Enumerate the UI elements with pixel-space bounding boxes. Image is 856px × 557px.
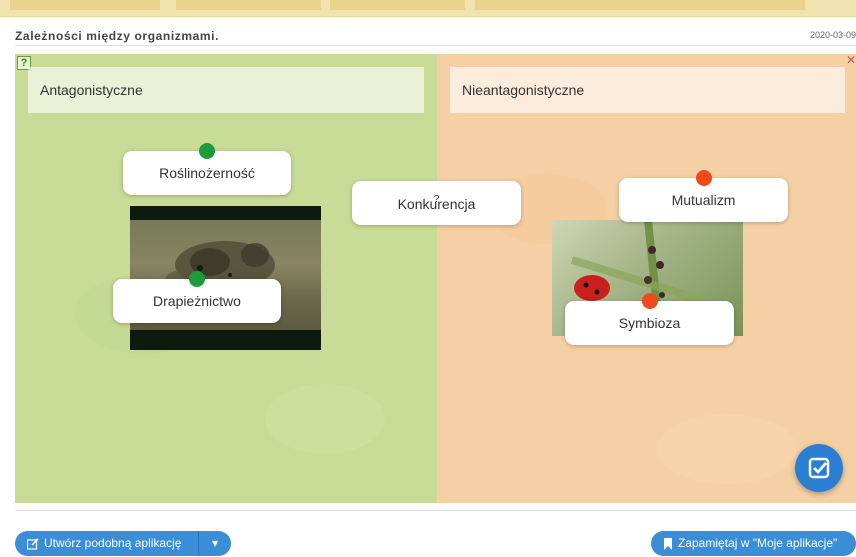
- status-dot-correct: [189, 271, 205, 287]
- toolbar-segment: [176, 0, 321, 10]
- card-roslinozernosc[interactable]: Roślinożerność: [123, 143, 291, 195]
- hyena-photo: [130, 206, 321, 350]
- create-similar-label: Utwórz podobną aplikację: [44, 536, 182, 550]
- footer-divider: [15, 510, 856, 511]
- status-dot-correct: [199, 143, 215, 159]
- title-divider: [15, 45, 856, 46]
- card-label: Symbioza: [618, 315, 681, 331]
- top-toolbar-strip: [0, 0, 856, 17]
- close-icon[interactable]: ✕: [846, 54, 856, 66]
- card-konkurencja[interactable]: ? Konkurencja: [352, 181, 521, 225]
- texture-spot: [265, 384, 385, 454]
- page-date: 2020-03-09: [809, 30, 856, 40]
- bookmark-icon: [664, 537, 672, 550]
- toolbar-segment: [475, 0, 805, 10]
- card-label: Mutualizm: [671, 192, 736, 208]
- toolbar-segment: [10, 0, 160, 10]
- app-board: ? ✕ Antagonistyczne Nieantagonistyczne R…: [15, 54, 856, 503]
- status-dot-wrong: [641, 293, 658, 309]
- texture-spot: [657, 414, 797, 484]
- page-title: Zależności między organizmami.: [15, 29, 220, 43]
- status-dot-wrong: [695, 170, 712, 186]
- right-category-header: Nieantagonistyczne: [450, 67, 845, 113]
- card-label: Roślinożerność: [159, 165, 255, 181]
- check-answers-button[interactable]: [795, 444, 843, 492]
- card-drapieznictwo[interactable]: Drapieżnictwo: [113, 271, 281, 323]
- card-symbioza[interactable]: Symbioza: [565, 293, 734, 345]
- create-similar-button[interactable]: Utwórz podobną aplikację ▾: [15, 531, 231, 556]
- unanswered-hint: ?: [433, 194, 440, 205]
- card-label: Drapieżnictwo: [153, 293, 241, 309]
- toolbar-segment: [330, 0, 465, 10]
- chevron-down-icon[interactable]: ▾: [198, 531, 231, 556]
- remember-button[interactable]: Zapamiętaj w "Moje aplikacje": [651, 531, 856, 556]
- check-icon: [808, 457, 830, 479]
- remember-label: Zapamiętaj w "Moje aplikacje": [678, 536, 838, 550]
- left-category-header: Antagonistyczne: [28, 67, 424, 113]
- edit-icon: [27, 538, 39, 550]
- card-mutualizm[interactable]: Mutualizm: [619, 170, 788, 222]
